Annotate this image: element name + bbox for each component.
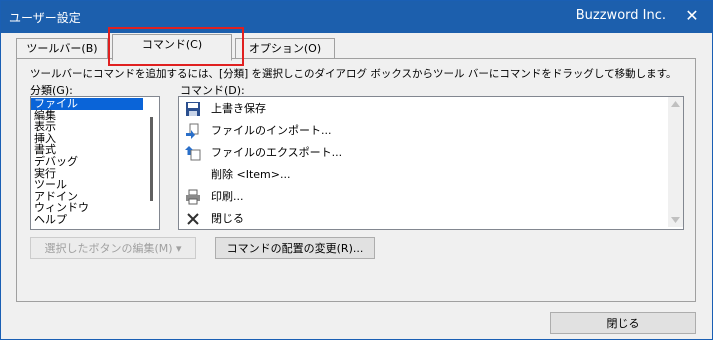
tab-options[interactable]: オプション(O)	[235, 38, 335, 59]
command-label: 上書き保存	[211, 102, 266, 115]
command-label: 閉じる	[211, 212, 244, 225]
category-item[interactable]: デバッグ	[31, 156, 143, 168]
tab-commands[interactable]: コマンド(C)	[112, 34, 232, 61]
scroll-up-arrow-icon[interactable]	[671, 101, 680, 107]
brand-label: Buzzword Inc.	[575, 8, 666, 23]
categories-scrollbar[interactable]	[145, 97, 159, 227]
command-label: ファイルのエクスポート...	[211, 146, 343, 159]
categories-list[interactable]: ファイル 編集 表示 挿入 書式 デバッグ 実行 ツール アドイン ウィンドウ …	[30, 96, 160, 230]
window-title: ユーザー設定	[9, 11, 81, 25]
save-icon	[186, 102, 200, 116]
commands-list[interactable]: 上書き保存 ファイルのインポート... ファイルのエクスポート... 削除 <I…	[178, 96, 684, 230]
import-file-icon	[186, 123, 199, 139]
rearrange-commands-button[interactable]: コマンドの配置の変更(R)...	[215, 237, 375, 259]
categories-scroll-thumb[interactable]	[150, 117, 153, 201]
title-bar: ユーザー設定 Buzzword Inc. ✕	[1, 1, 712, 33]
export-file-icon	[185, 146, 201, 161]
modify-selection-button[interactable]: 選択したボタンの編集(M) ▾	[30, 237, 196, 259]
command-label: ファイルのインポート...	[211, 124, 332, 137]
commands-scrollbar[interactable]	[668, 97, 683, 227]
category-item[interactable]: ヘルプ	[31, 214, 143, 226]
command-label: 印刷...	[211, 190, 244, 203]
category-item[interactable]: ファイル	[31, 98, 143, 110]
scroll-down-arrow-icon[interactable]	[671, 217, 680, 223]
command-label: 削除 <Item>...	[211, 168, 291, 181]
category-item[interactable]: ツール	[31, 179, 143, 191]
close-button[interactable]: 閉じる	[550, 312, 696, 334]
print-icon	[186, 189, 200, 205]
instruction-text: ツールバーにコマンドを追加するには、[分類] を選択しこのダイアログ ボックスか…	[30, 68, 677, 80]
close-icon	[187, 213, 199, 225]
tab-toolbars[interactable]: ツールバー(B)	[16, 38, 108, 59]
window-close-button[interactable]: ✕	[682, 6, 702, 25]
